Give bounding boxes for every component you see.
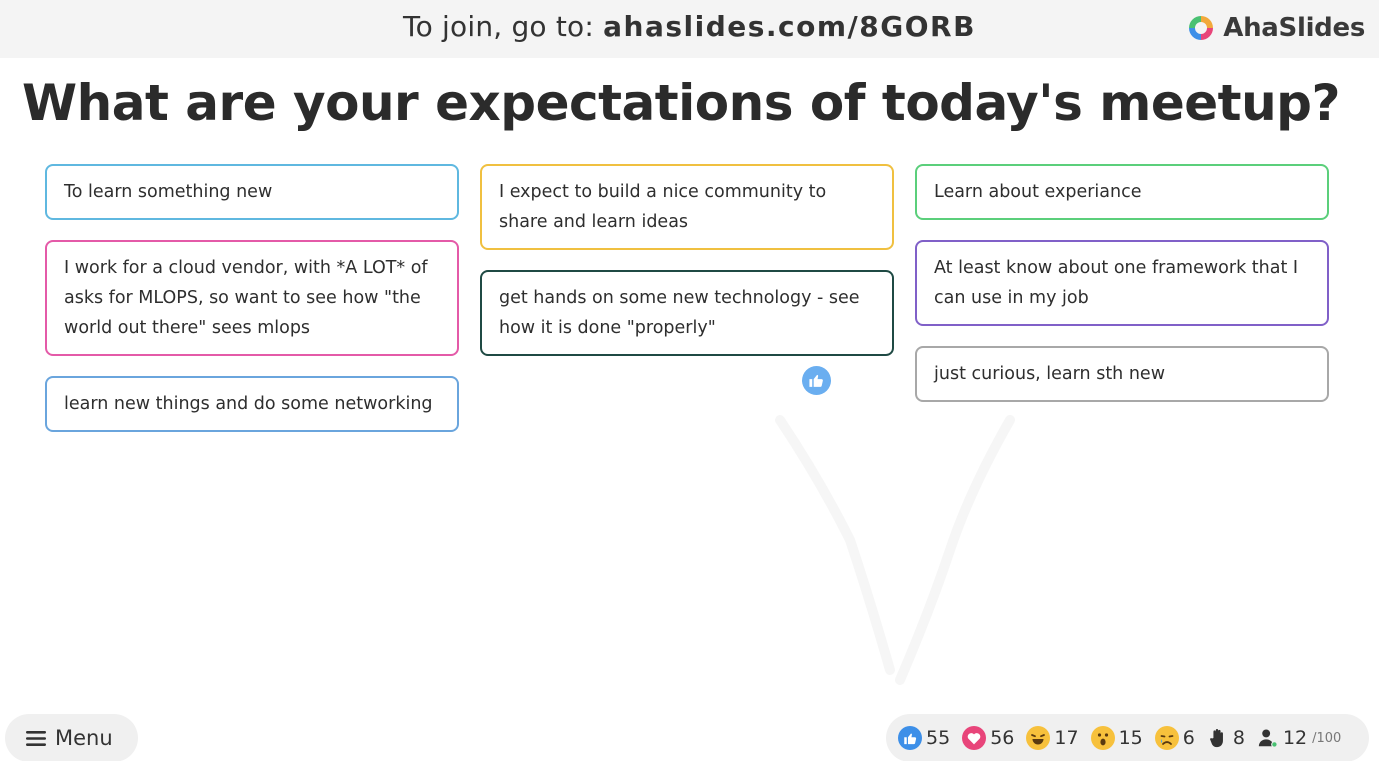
surprised-face-icon xyxy=(1090,726,1115,750)
person-icon xyxy=(1258,729,1278,748)
logo-text: AhaSlides xyxy=(1223,13,1365,43)
thumbs-up-icon xyxy=(898,726,922,750)
join-instructions: To join, go to: ahaslides.com/8GORB xyxy=(0,10,1379,43)
response-column-1: To learn something new I work for a clou… xyxy=(45,164,459,432)
laughing-face-icon xyxy=(1026,726,1051,750)
response-card: I work for a cloud vendor, with *A LOT* … xyxy=(45,240,459,356)
reaction-like[interactable]: 55 xyxy=(898,726,950,750)
floating-like-icon xyxy=(802,366,831,395)
sad-face-icon xyxy=(1154,726,1179,750)
response-column-3: Learn about experiance At least know abo… xyxy=(915,164,1329,402)
hamburger-icon xyxy=(26,730,46,746)
response-card: To learn something new xyxy=(45,164,459,220)
reaction-laugh[interactable]: 17 xyxy=(1026,726,1079,750)
like-count: 55 xyxy=(926,727,951,749)
response-card: At least know about one framework that I… xyxy=(915,240,1329,326)
menu-button[interactable]: Menu xyxy=(5,714,138,761)
ahaslides-logo-icon xyxy=(1189,16,1214,40)
response-card: learn new things and do some networking xyxy=(45,376,459,432)
response-card: just curious, learn sth new xyxy=(915,346,1329,402)
laugh-count: 17 xyxy=(1054,727,1079,749)
menu-label: Menu xyxy=(55,726,113,750)
response-column-2: I expect to build a nice community to sh… xyxy=(480,164,894,356)
reaction-heart[interactable]: 56 xyxy=(962,726,1014,750)
heart-icon xyxy=(962,726,987,750)
raised-hand-icon xyxy=(1209,729,1223,748)
response-card: I expect to build a nice community to sh… xyxy=(480,164,894,250)
top-bar: To join, go to: ahaslides.com/8GORB AhaS… xyxy=(0,0,1379,58)
participant-max: /100 xyxy=(1312,730,1342,746)
sad-count: 6 xyxy=(1182,727,1195,749)
reaction-trail-decoration xyxy=(775,415,1015,685)
join-url[interactable]: ahaslides.com/8GORB xyxy=(603,10,976,43)
reaction-sad[interactable]: 6 xyxy=(1154,726,1195,750)
response-card: get hands on some new technology - see h… xyxy=(480,270,894,356)
reaction-wow[interactable]: 15 xyxy=(1090,726,1143,750)
response-card: Learn about experiance xyxy=(915,164,1329,220)
participant-number: 12 xyxy=(1282,727,1308,749)
heart-count: 56 xyxy=(990,727,1015,749)
join-prefix: To join, go to: xyxy=(403,10,604,43)
ahaslides-logo: AhaSlides xyxy=(1186,13,1365,43)
participant-count: 12/100 xyxy=(1257,727,1341,749)
slide-title: What are your expectations of today's me… xyxy=(22,74,1340,132)
raise-hand[interactable]: 8 xyxy=(1207,727,1245,749)
hand-count: 8 xyxy=(1232,727,1245,749)
reactions-bar: 55 56 17 15 6 8 12/100 xyxy=(886,714,1369,761)
wow-count: 15 xyxy=(1118,727,1143,749)
